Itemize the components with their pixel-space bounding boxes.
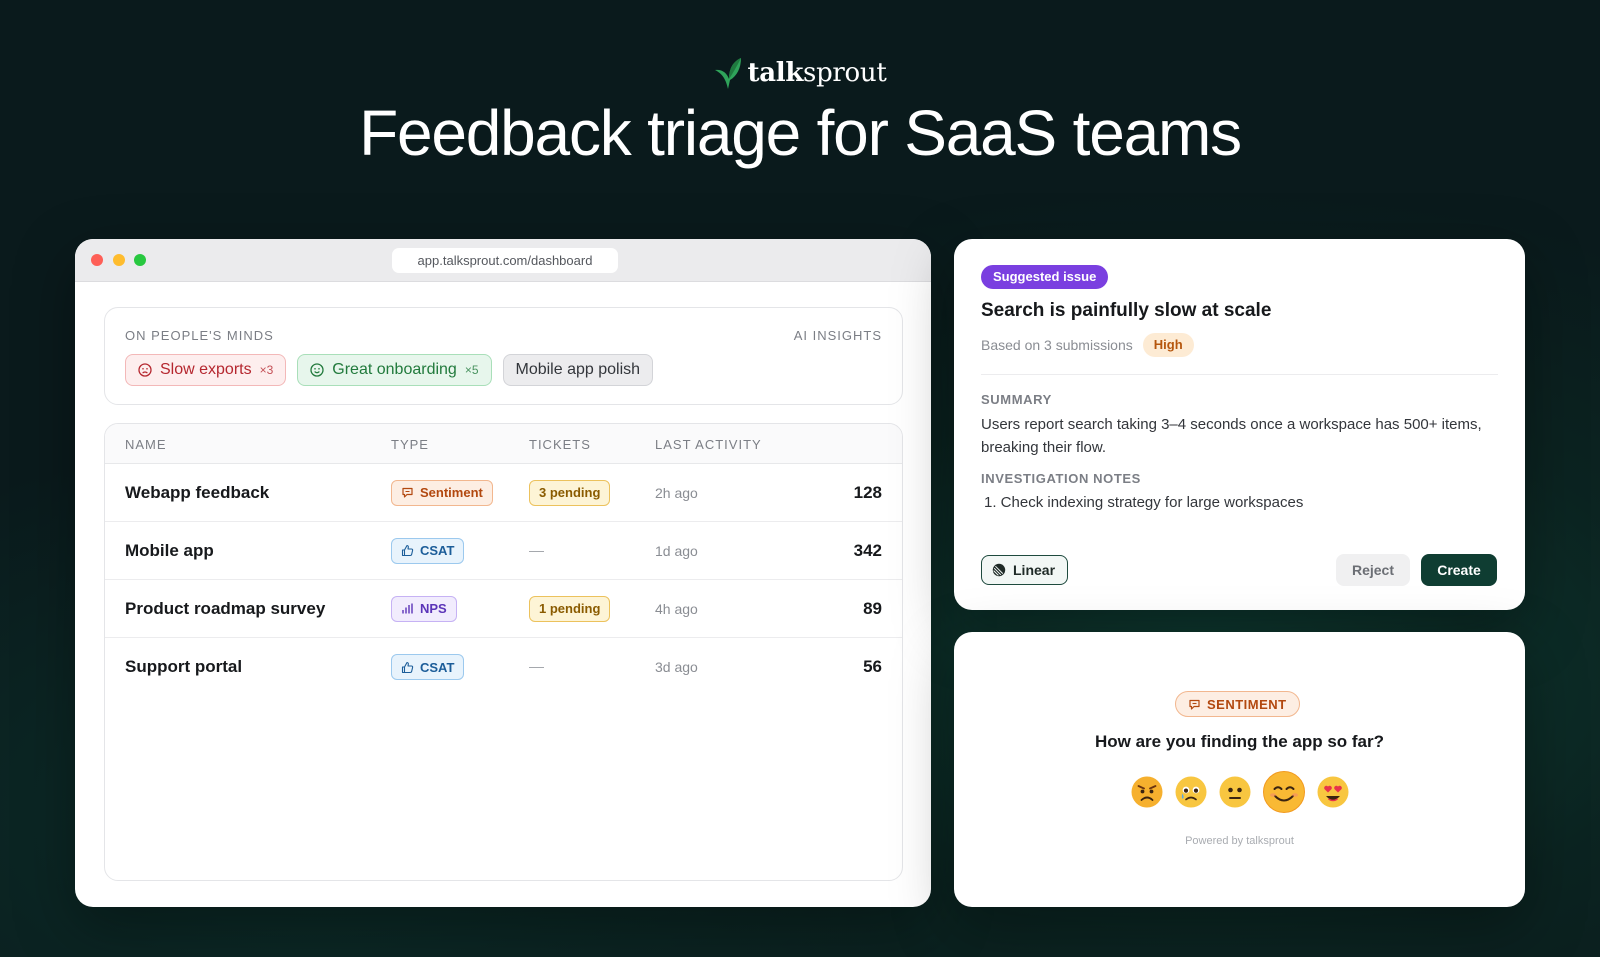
table-row[interactable]: Support portal CSAT — 3d ago 56 xyxy=(105,638,902,696)
powered-by: Powered by talksprout xyxy=(1185,835,1294,847)
suggested-issue-badge: Suggested issue xyxy=(981,265,1109,289)
chat-bubble-icon xyxy=(402,487,413,498)
thumbs-up-icon xyxy=(401,544,414,557)
table-row[interactable]: Product roadmap survey NPS 1 pending 4h … xyxy=(105,580,902,638)
column-header-type[interactable]: TYPE xyxy=(391,437,429,452)
last-activity: 3d ago xyxy=(655,659,698,675)
type-cell: Sentiment xyxy=(391,479,493,506)
column-header-name[interactable]: NAME xyxy=(125,437,167,452)
table-row[interactable]: Webapp feedback Sentiment 3 pending 2h a… xyxy=(105,464,902,522)
angry-face-icon[interactable] xyxy=(1130,775,1164,809)
chip-count: ×3 xyxy=(259,363,274,377)
insight-chip-great-onboarding[interactable]: Great onboarding ×5 xyxy=(297,354,492,386)
browser-window: app.talksprout.com/dashboard ON PEOPLE'S… xyxy=(75,239,931,907)
create-button[interactable]: Create xyxy=(1421,554,1497,586)
response-count: 342 xyxy=(853,540,882,560)
insight-chips: Slow exports ×3 Great onboarding ×5 Mobi… xyxy=(125,354,654,386)
linear-integration-button[interactable]: Linear xyxy=(981,555,1069,585)
pending-badge: 3 pending xyxy=(529,479,611,506)
response-count: 128 xyxy=(853,482,882,502)
insight-chip-mobile-app-polish[interactable]: Mobile app polish xyxy=(502,354,654,386)
sentiment-badge: SENTIMENT xyxy=(1175,691,1300,717)
tickets-empty: — xyxy=(529,658,544,676)
row-name: Mobile app xyxy=(125,540,214,560)
summary-label: SUMMARY xyxy=(981,392,1052,407)
last-activity: 2h ago xyxy=(655,484,698,501)
type-badge-nps: NPS xyxy=(391,595,457,622)
last-activity: 4h ago xyxy=(655,600,698,617)
submissions-count: Based on 3 submissions xyxy=(981,337,1133,353)
type-badge-csat: CSAT xyxy=(391,654,465,680)
priority-badge: High xyxy=(1142,333,1194,357)
insights-label: ON PEOPLE'S MINDS xyxy=(125,328,274,343)
pending-badge: 1 pending xyxy=(529,595,611,622)
brand-name: talksprout xyxy=(747,58,887,88)
thumbs-up-icon xyxy=(401,661,414,673)
sentiment-survey-card: SENTIMENT How are you finding the app so… xyxy=(954,632,1525,907)
row-name: Support portal xyxy=(125,657,243,676)
headline: Feedback triage for SaaS teams xyxy=(359,97,1242,169)
chat-bubble-icon xyxy=(1189,699,1200,710)
happy-face-icon[interactable] xyxy=(1262,770,1306,814)
chip-count: ×5 xyxy=(464,363,479,377)
survey-question: How are you finding the app so far? xyxy=(1094,732,1385,751)
sprout-logo-icon xyxy=(715,58,742,89)
type-badge-csat: CSAT xyxy=(391,537,465,564)
table-header: NAME TYPE TICKETS LAST ACTIVITY xyxy=(105,424,902,464)
browser-title-bar: app.talksprout.com/dashboard xyxy=(75,239,931,282)
chip-label: Slow exports xyxy=(160,361,252,378)
tickets-cell: 3 pending xyxy=(529,479,611,506)
linear-label: Linear xyxy=(1013,562,1056,578)
response-count: 56 xyxy=(863,657,882,676)
ai-insights-label: AI INSIGHTS xyxy=(793,328,882,343)
insight-chip-slow-exports[interactable]: Slow exports ×3 xyxy=(125,354,287,386)
summary-text: Users report search taking 3–4 seconds o… xyxy=(981,416,1482,456)
column-header-last-activity[interactable]: LAST ACTIVITY xyxy=(655,437,762,452)
maximize-window-button[interactable] xyxy=(134,254,146,266)
neutral-face-icon[interactable] xyxy=(1218,775,1252,809)
sad-face-icon[interactable] xyxy=(1174,775,1208,809)
issue-meta: Based on 3 submissions High xyxy=(981,333,1194,357)
insights-panel: ON PEOPLE'S MINDS AI INSIGHTS Slow expor… xyxy=(104,307,903,405)
column-header-tickets[interactable]: TICKETS xyxy=(529,437,591,452)
sad-face-icon xyxy=(138,363,152,377)
reject-button[interactable]: Reject xyxy=(1336,554,1410,586)
tickets-empty: — xyxy=(529,542,544,559)
table-row[interactable]: Mobile app CSAT — 1d ago 342 xyxy=(105,522,902,580)
brand: talksprout xyxy=(0,56,1600,90)
last-activity: 1d ago xyxy=(655,542,698,559)
smile-face-icon xyxy=(310,363,324,377)
close-window-button[interactable] xyxy=(91,254,103,266)
address-bar[interactable]: app.talksprout.com/dashboard xyxy=(392,248,618,273)
feedback-table: NAME TYPE TICKETS LAST ACTIVITY Webapp f… xyxy=(104,423,903,881)
type-badge-sentiment: Sentiment xyxy=(391,479,493,506)
minimize-window-button[interactable] xyxy=(113,254,125,266)
tickets-cell: 1 pending xyxy=(529,595,611,622)
investigation-notes-label: INVESTIGATION NOTES xyxy=(981,471,1141,486)
linear-logo-icon xyxy=(992,563,1006,577)
heart-eyes-face-icon[interactable] xyxy=(1316,775,1350,809)
type-cell: CSAT xyxy=(391,654,465,680)
suggested-issue-card: Suggested issue Search is painfully slow… xyxy=(954,239,1525,610)
response-count: 89 xyxy=(863,598,882,618)
divider xyxy=(981,374,1498,375)
emoji-rating-scale xyxy=(954,770,1525,814)
row-name: Product roadmap survey xyxy=(125,598,326,618)
chip-label: Mobile app polish xyxy=(515,361,641,378)
issue-title: Search is painfully slow at scale xyxy=(981,300,1272,321)
bar-chart-icon xyxy=(402,603,413,614)
investigation-note: 1. Check indexing strategy for large wor… xyxy=(984,494,1304,511)
type-cell: NPS xyxy=(391,595,457,622)
row-name: Webapp feedback xyxy=(125,482,270,502)
type-cell: CSAT xyxy=(391,537,465,564)
chip-label: Great onboarding xyxy=(332,361,457,378)
